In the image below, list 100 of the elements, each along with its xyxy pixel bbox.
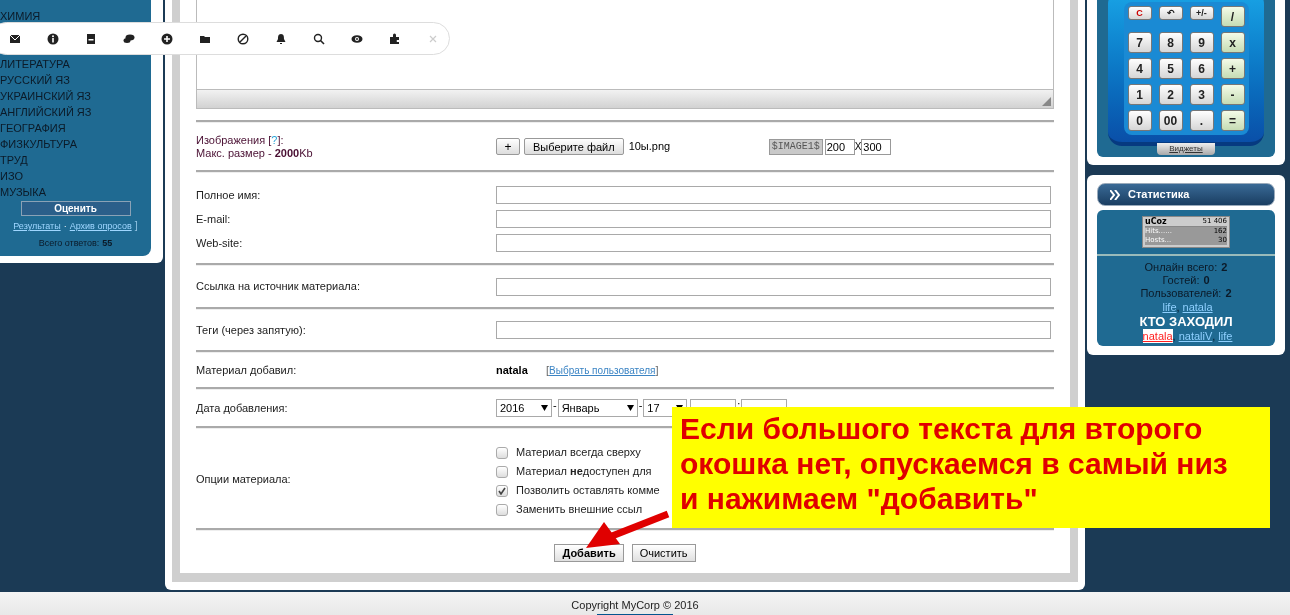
comma: , xyxy=(1212,329,1216,343)
images-label-end: ]: xyxy=(277,133,284,147)
poll-option: АНГЛИЙСКИЙ ЯЗ xyxy=(0,104,151,120)
results-link[interactable]: Результаты xyxy=(13,220,61,234)
info-icon[interactable] xyxy=(47,32,59,45)
rate-button[interactable]: Оценить xyxy=(20,201,131,216)
chat-bubbles-icon[interactable] xyxy=(123,32,135,45)
calculator-key[interactable]: ↶ xyxy=(1158,6,1183,20)
search-icon[interactable] xyxy=(313,32,325,45)
visited-title: КТО ЗАХОДИЛ xyxy=(1139,314,1233,329)
date-separator: - xyxy=(637,399,644,411)
date-separator: - xyxy=(552,399,558,411)
choose-file-button[interactable]: Выберите файл xyxy=(524,138,624,155)
date-select[interactable]: 2016 xyxy=(496,399,552,417)
text-field[interactable] xyxy=(496,210,1051,228)
resize-grip-icon xyxy=(1042,97,1051,106)
online-value: 0 xyxy=(1203,274,1210,287)
widgets-tab[interactable]: Виджеты xyxy=(1157,143,1215,155)
calculator-key[interactable]: / xyxy=(1220,6,1245,27)
calculator-key[interactable]: 6 xyxy=(1189,58,1214,79)
text-field[interactable] xyxy=(496,234,1051,252)
double-chevron-icon xyxy=(1110,189,1120,200)
add-button[interactable]: Добавить xyxy=(554,544,624,562)
calculator-key[interactable]: 1 xyxy=(1127,84,1152,105)
calculator-key[interactable]: x xyxy=(1220,32,1245,53)
user-link[interactable]: natala xyxy=(1182,300,1213,314)
text-field[interactable] xyxy=(496,277,1051,296)
bell-icon[interactable] xyxy=(275,32,287,45)
copyright-text: Copyright MyCorp © 2016 xyxy=(571,598,699,613)
author-name: natala xyxy=(496,362,529,378)
calculator-key[interactable]: = xyxy=(1220,110,1245,131)
calculator-key[interactable]: 8 xyxy=(1158,32,1183,53)
poll-option: УКРАИНСКИЙ ЯЗ xyxy=(0,88,151,104)
calculator-key[interactable]: 3 xyxy=(1189,84,1214,105)
mail-icon[interactable] xyxy=(9,32,21,45)
field-label: Дата добавления: xyxy=(196,401,288,414)
times-sign: X xyxy=(854,140,862,154)
field-label: Теги (через запятую): xyxy=(196,323,306,336)
height-field[interactable]: 300 xyxy=(861,138,892,155)
checkbox[interactable] xyxy=(496,446,508,459)
calculator-key[interactable]: . xyxy=(1189,110,1214,131)
total-answers-label: Всего ответов: xyxy=(38,236,100,250)
poll-option: ФИЗКУЛЬТУРА xyxy=(0,136,151,152)
archive-link[interactable]: Архив опросов xyxy=(69,220,132,234)
check-icon xyxy=(498,486,506,495)
field-label: Полное имя: xyxy=(196,188,261,201)
checkbox-label: Материал недоступен для xyxy=(516,464,652,480)
online-label: Гостей: xyxy=(1162,274,1200,287)
user-link[interactable]: natala xyxy=(1142,329,1173,343)
puzzle-piece-icon[interactable] xyxy=(389,32,401,45)
add-image-button[interactable]: + xyxy=(496,138,520,155)
online-value: 2 xyxy=(1221,261,1228,274)
counter-logo: uCoz xyxy=(1145,217,1167,226)
calculator-key[interactable]: 4 xyxy=(1127,58,1152,79)
bracket-text: ] xyxy=(655,362,659,378)
field-label: E-mail: xyxy=(196,212,231,225)
calculator-key[interactable]: + xyxy=(1220,58,1245,79)
select-value: Январь xyxy=(561,400,600,416)
poll-option: ГЕОГРАФИЯ xyxy=(0,120,151,136)
checkbox-label: Позволить оставлять комме xyxy=(516,483,660,499)
total-answers-value: 55 xyxy=(102,236,113,250)
checkbox-label: Материал всегда сверху xyxy=(516,445,641,461)
poll-option: РУССКИЙ ЯЗ xyxy=(0,72,151,88)
poll-option: ИЗО xyxy=(0,168,151,184)
text-field[interactable] xyxy=(496,186,1051,204)
calculator-key[interactable]: 2 xyxy=(1158,84,1183,105)
eye-icon[interactable] xyxy=(351,32,363,45)
bracket-text: [ xyxy=(546,362,550,378)
comma: , xyxy=(1172,329,1176,343)
user-link[interactable]: nataliV xyxy=(1178,329,1213,343)
checkbox[interactable] xyxy=(496,503,508,516)
user-link[interactable]: life xyxy=(1162,300,1177,314)
poll-option: МУЗЫКА xyxy=(0,184,151,200)
calculator-key[interactable]: C xyxy=(1127,6,1152,20)
text-field[interactable] xyxy=(496,321,1051,339)
plus-circle-icon[interactable] xyxy=(161,32,173,45)
calculator-key[interactable]: 0 xyxy=(1127,110,1152,131)
checkbox[interactable] xyxy=(496,465,508,478)
panel-title: Статистика xyxy=(1128,187,1190,203)
calculator-key[interactable]: 5 xyxy=(1158,58,1183,79)
date-select[interactable]: Январь xyxy=(557,399,638,417)
clear-button[interactable]: Очистить xyxy=(631,544,696,562)
calculator-key[interactable]: 7 xyxy=(1127,32,1152,53)
calculator-key[interactable]: 9 xyxy=(1189,32,1214,53)
poll-option: ХИМИЯ xyxy=(0,8,151,24)
dropdown-arrow-icon xyxy=(626,405,634,411)
checkbox[interactable] xyxy=(496,484,508,497)
image-code: $IMAGE1$ xyxy=(768,138,823,155)
calculator-key[interactable]: - xyxy=(1220,84,1245,105)
document-icon[interactable] xyxy=(85,32,97,45)
prohibited-icon[interactable] xyxy=(237,32,249,45)
calculator-key[interactable]: +/- xyxy=(1189,6,1214,20)
field-label: Материал добавил: xyxy=(196,363,297,376)
dropdown-arrow-icon xyxy=(541,405,548,411)
calculator-key[interactable]: 00 xyxy=(1158,110,1183,131)
link-separator: · xyxy=(63,220,67,233)
checkbox-label: Заменить внешние ссыл xyxy=(516,502,643,518)
width-field[interactable]: 200 xyxy=(824,138,855,155)
user-link[interactable]: life xyxy=(1218,329,1233,343)
poll-option: ЛИТЕРАТУРА xyxy=(0,56,151,72)
